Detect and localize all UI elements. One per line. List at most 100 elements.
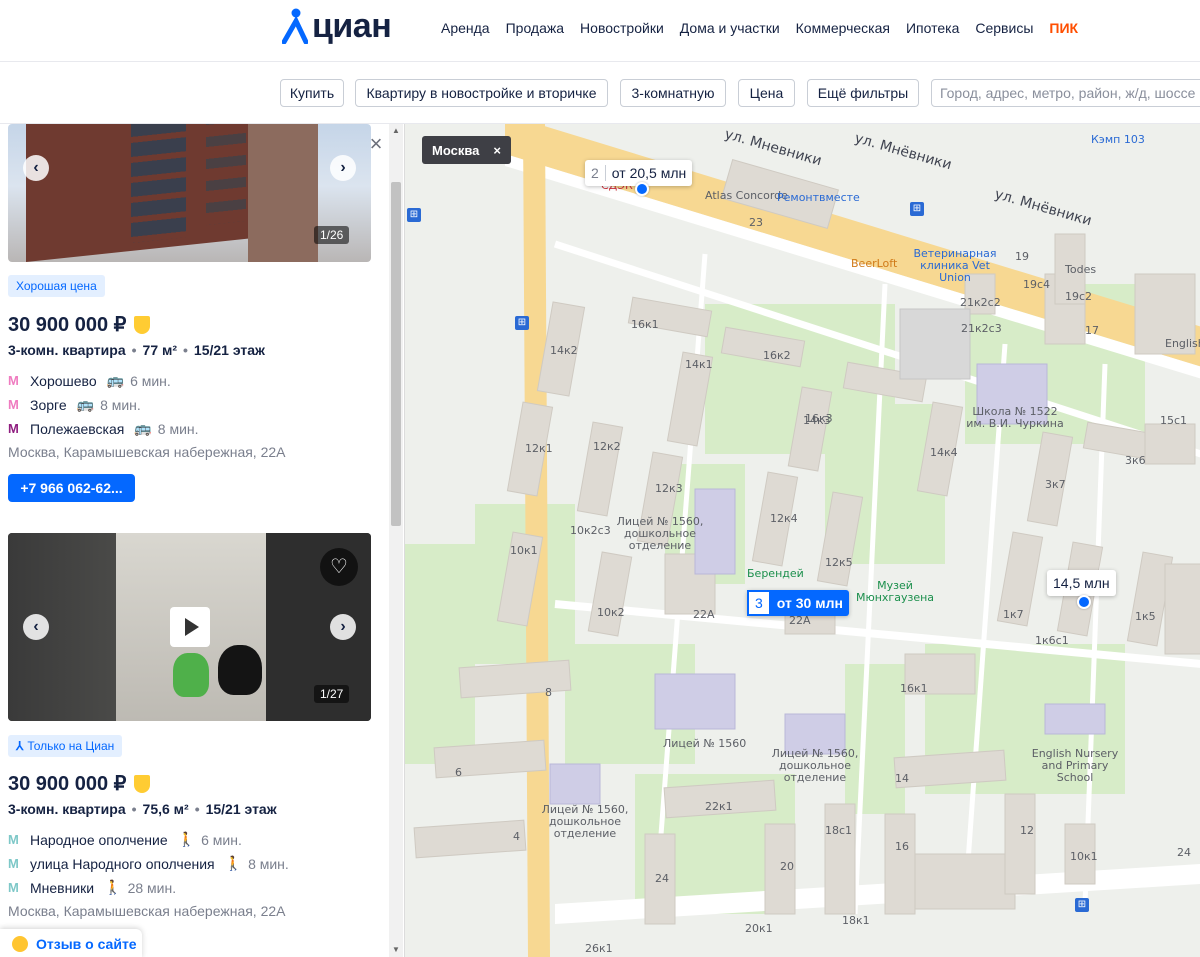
listing-address[interactable]: Москва, Карамышевская набережная, 22А — [8, 444, 286, 460]
show-phone-button[interactable]: +7 966 062-62... — [8, 474, 135, 502]
poi-berendey[interactable]: Берендей — [747, 568, 804, 580]
rooms-button[interactable]: 3-комнатную — [620, 79, 726, 107]
poi-english[interactable]: English — [1165, 338, 1200, 350]
house-number-label: 26к1 — [585, 942, 613, 955]
price-button[interactable]: Цена — [738, 79, 795, 107]
metro-time-value: 8 мин. — [100, 396, 141, 413]
house-number-label: 12к1 — [525, 442, 553, 455]
more-filters-button[interactable]: Ещё фильтры — [807, 79, 919, 107]
remove-city-icon[interactable]: × — [493, 143, 501, 158]
map-canvas — [405, 124, 1200, 957]
metro-station[interactable]: M Зорге 🚌 8 мин. — [8, 396, 141, 413]
metro-station[interactable]: M Хорошево 🚌 6 мин. — [8, 372, 171, 389]
metro-icon: M — [8, 421, 19, 436]
house-number-label: 19с4 — [1023, 278, 1051, 291]
transit-icon[interactable]: ⊞ — [1075, 898, 1089, 912]
price-value: 30 900 000 ₽ — [8, 773, 127, 795]
nav-rent[interactable]: Аренда — [441, 20, 490, 36]
prev-photo-arrow-icon[interactable]: ‹ — [23, 155, 49, 181]
building-image-side — [248, 124, 318, 262]
metro-station[interactable]: M Народное ополчение 🚶 6 мин. — [8, 831, 242, 848]
map-pin-dot-icon[interactable] — [635, 182, 649, 196]
nav-mortgage[interactable]: Ипотека — [906, 20, 959, 36]
location-search-input[interactable] — [931, 79, 1200, 107]
house-number-label: 1к6с1 — [1035, 634, 1069, 647]
poi-english-school[interactable]: English Nursery and Primary School — [1025, 748, 1125, 784]
pin-count: 2 — [585, 165, 606, 181]
poi-todes[interactable]: Todes — [1065, 264, 1096, 276]
poi-lyceum-1560-preschool-2[interactable]: Лицей № 1560, дошкольное отделение — [765, 748, 865, 784]
poi-school-1522[interactable]: Школа № 1522 им. В.И. Чуркина — [965, 406, 1065, 430]
feedback-label: Отзыв о сайте — [36, 936, 137, 952]
feedback-button[interactable]: Отзыв о сайте — [0, 929, 142, 957]
nav-sale[interactable]: Продажа — [506, 20, 564, 36]
nav-services[interactable]: Сервисы — [975, 20, 1033, 36]
listing-specs: 3-комн. квартира • 75,6 м² • 15/21 этаж — [8, 801, 277, 817]
house-number-label: 14к2 — [550, 344, 578, 357]
metro-time: 🚌 8 мин. — [134, 420, 198, 437]
scroll-up-arrow-icon[interactable]: ▲ — [391, 126, 401, 136]
poi-lyceum-1560[interactable]: Лицей № 1560 — [663, 738, 746, 750]
map-price-pin[interactable]: 14,5 млн — [1047, 570, 1116, 596]
house-number-label: 10к1 — [1070, 850, 1098, 863]
house-number-label: 10к2с3 — [570, 524, 611, 537]
play-video-icon[interactable] — [170, 607, 210, 647]
transit-icon[interactable]: ⊞ — [515, 316, 529, 330]
metro-station[interactable]: M улица Народного ополчения 🚶 8 мин. — [8, 855, 289, 872]
listing-address[interactable]: Москва, Карамышевская набережная, 22А — [8, 903, 286, 919]
nav-houses[interactable]: Дома и участки — [680, 20, 780, 36]
nav-new-buildings[interactable]: Новостройки — [580, 20, 664, 36]
nav-commercial[interactable]: Коммерческая — [796, 20, 890, 36]
map-price-pin-selected[interactable]: 3 от 30 млн — [747, 590, 849, 616]
verified-shield-icon — [134, 774, 151, 793]
metro-name: Зорге — [30, 396, 67, 413]
poi-vet-clinic[interactable]: Ветеринарная клиника Vet Union — [910, 248, 1000, 284]
close-icon[interactable]: × — [366, 133, 386, 155]
house-number-label: 20 — [780, 860, 794, 873]
house-number-label: 12 — [1020, 824, 1034, 837]
house-number-label: 10к2 — [597, 606, 625, 619]
property-type-button[interactable]: Квартиру в новостройке и вторичке — [355, 79, 608, 107]
city-filter-chip[interactable]: Москва × — [422, 136, 511, 164]
photo-green-bag — [173, 653, 209, 697]
house-number-label: 1к5 — [1135, 610, 1156, 623]
metro-name: Народное ополчение — [30, 831, 168, 848]
prev-photo-arrow-icon[interactable]: ‹ — [23, 614, 49, 640]
poi-remont[interactable]: Ремонтвместе — [777, 192, 860, 204]
house-number-label: 20к1 — [745, 922, 773, 935]
deal-type-button[interactable]: Купить — [280, 79, 344, 107]
transit-icon[interactable]: ⊞ — [910, 202, 924, 216]
map-area[interactable]: ул. Мневники ул. Мнёвники ул. Мнёвники A… — [404, 124, 1200, 957]
transit-icon[interactable]: ⊞ — [407, 208, 421, 222]
nav-pik[interactable]: ПИК — [1049, 20, 1078, 36]
poi-beerloft[interactable]: BeerLoft — [851, 258, 897, 270]
scroll-down-arrow-icon[interactable]: ▼ — [391, 945, 401, 955]
metro-name: Хорошево — [30, 372, 97, 389]
poi-museum[interactable]: Музей Мюнхгаузена — [855, 580, 935, 604]
verified-shield-icon — [134, 315, 151, 334]
scrollbar-thumb[interactable] — [391, 182, 401, 526]
poi-kemp[interactable]: Кэмп 103 — [1091, 134, 1145, 146]
house-number-label: 18к1 — [842, 914, 870, 927]
good-price-badge: Хорошая цена — [8, 275, 105, 297]
metro-time-value: 6 мин. — [130, 372, 171, 389]
house-number-label: 14 — [895, 772, 909, 785]
next-photo-arrow-icon[interactable]: › — [330, 614, 356, 640]
smile-icon — [12, 936, 28, 952]
metro-time-value: 28 мин. — [127, 879, 177, 896]
cian-logo[interactable]: циан — [282, 6, 392, 46]
favorite-heart-icon[interactable]: ♡ — [320, 548, 358, 586]
next-photo-arrow-icon[interactable]: › — [330, 155, 356, 181]
metro-icon: M — [8, 856, 19, 871]
pin-count: 3 — [747, 590, 771, 616]
metro-time: 🚶 6 мин. — [178, 831, 242, 848]
map-pin-dot-icon[interactable] — [1077, 595, 1091, 609]
bus-icon: 🚌 — [134, 420, 152, 436]
metro-station[interactable]: M Полежаевская 🚌 8 мин. — [8, 420, 199, 437]
poi-lyceum-1560-preschool[interactable]: Лицей № 1560, дошкольное отделение — [615, 516, 705, 552]
house-number-label: 24 — [1177, 846, 1191, 859]
poi-atlas[interactable]: Atlas Concorde — [705, 190, 788, 202]
poi-lyceum-1560-preschool-3[interactable]: Лицей № 1560, дошкольное отделение — [535, 804, 635, 840]
listing-specs: 3-комн. квартира • 77 м² • 15/21 этаж — [8, 342, 265, 358]
metro-station[interactable]: M Мневники 🚶 28 мин. — [8, 879, 176, 896]
